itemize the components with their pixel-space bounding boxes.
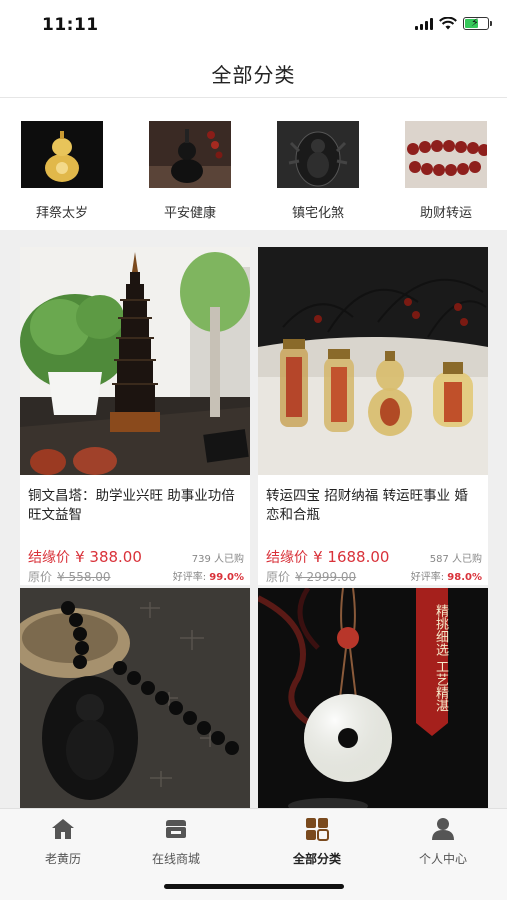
price-row: 结缘价 ¥ 1688.00 587 人已购: [258, 547, 488, 566]
product-title: 转运四宝 招财纳福 转运旺事业 婚恋和合瓶: [266, 488, 468, 523]
nav-header: 全部分类: [0, 50, 507, 98]
product-card[interactable]: [20, 588, 250, 808]
tab-label: 个人中心: [418, 852, 467, 866]
product-card[interactable]: 转运四宝 招财纳福 转运旺事业 婚恋和合瓶 结缘价 ¥ 1688.00 587 …: [258, 247, 488, 585]
category-item-ping-an-jian-kang[interactable]: 平安健康: [148, 121, 232, 221]
original-price-row: 原价 ¥ 558.00 好评率: 99.0%: [20, 566, 250, 584]
rating-value: 99.0%: [209, 572, 244, 583]
product-title: 铜文昌塔：助学业兴旺 助事业功倍 旺文益智: [28, 488, 235, 523]
rating: 好评率: 98.0%: [411, 568, 482, 583]
category-label: 拜祭太岁: [35, 206, 88, 221]
tab-all-categories[interactable]: 全部分类: [262, 817, 372, 867]
tab-label: 全部分类: [292, 852, 341, 866]
buddha-pendant-image: [277, 121, 359, 188]
black-gourd-image: [149, 121, 231, 188]
home-icon: [52, 819, 74, 839]
category-label: 助财转运: [419, 206, 472, 221]
price-row: 结缘价 ¥ 388.00 739 人已购: [20, 547, 250, 566]
home-indicator: [164, 884, 344, 889]
category-grid-icon: [306, 818, 329, 841]
category-item-bai-ji-tai-sui[interactable]: 拜祭太岁: [20, 121, 104, 221]
price-value: ¥ 1688.00: [313, 548, 390, 566]
status-icons: ⚡: [415, 16, 492, 30]
battery-icon: ⚡: [463, 16, 492, 30]
category-label: 镇宅化煞: [291, 206, 344, 221]
rating-label: 好评率:: [172, 572, 207, 583]
product-image-pagoda: [20, 247, 250, 475]
category-item-zhu-cai-zhuan-yun[interactable]: 助财转运: [404, 121, 488, 221]
person-icon: [432, 818, 454, 840]
tab-label: 老黄历: [44, 852, 81, 866]
original-price: ¥ 2999.00: [295, 570, 357, 584]
category-label: 平安健康: [163, 206, 216, 221]
price-label: 结缘价: [28, 550, 70, 566]
red-bead-bracelet-image: [405, 121, 487, 188]
tab-online-mall[interactable]: 在线商城: [121, 817, 231, 867]
wifi-icon: [439, 17, 457, 30]
tab-label: 在线商城: [151, 852, 200, 866]
signal-icon: [415, 17, 433, 30]
original-price-row: 原价 ¥ 2999.00 好评率: 98.0%: [258, 566, 488, 584]
product-image-jade-pendant: 精挑细选 工艺精湛: [258, 588, 488, 808]
sold-count: 739 人已购: [191, 554, 244, 565]
price-label: 结缘价: [266, 550, 308, 566]
rating-value: 98.0%: [447, 572, 482, 583]
page-title: 全部分类: [211, 63, 296, 87]
original-price-label: 原价: [266, 570, 291, 584]
category-row: 拜祭太岁 平安健康 镇宅化煞 助财转运: [0, 99, 507, 230]
rating: 好评率: 99.0%: [173, 568, 244, 583]
tab-profile[interactable]: 个人中心: [388, 817, 498, 867]
gold-gourd-image: [21, 121, 103, 188]
status-time: 11:11: [42, 15, 99, 35]
product-image-obsidian-buddha: [20, 588, 250, 808]
tab-almanac[interactable]: 老黄历: [8, 817, 118, 867]
original-price-label: 原价: [28, 570, 53, 584]
price-value: ¥ 388.00: [75, 548, 142, 566]
product-image-bottles: [258, 247, 488, 475]
category-item-zhen-zhai-hua-sha[interactable]: 镇宅化煞: [276, 121, 360, 221]
promo-banner-text: 精挑细选 工艺精湛: [433, 604, 448, 713]
product-card[interactable]: 精挑细选 工艺精湛: [258, 588, 488, 808]
product-card[interactable]: 铜文昌塔：助学业兴旺 助事业功倍 旺文益智 结缘价 ¥ 388.00 739 人…: [20, 247, 250, 585]
sold-count: 587 人已购: [429, 554, 482, 565]
shop-icon: [166, 820, 186, 838]
status-bar: 11:11 ⚡: [0, 0, 507, 50]
rating-label: 好评率:: [410, 572, 445, 583]
original-price: ¥ 558.00: [57, 570, 111, 584]
